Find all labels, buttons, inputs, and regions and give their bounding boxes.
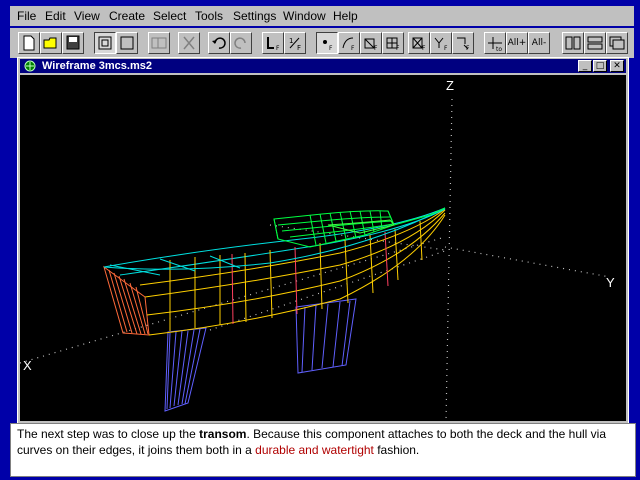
tile-vertical-button[interactable] <box>562 32 584 54</box>
cut-button[interactable] <box>178 32 200 54</box>
minimize-button[interactable]: _ <box>578 60 592 72</box>
grid-surface-button[interactable]: F <box>382 32 404 54</box>
menu-view[interactable]: View <box>74 10 100 23</box>
properties-icon <box>151 37 167 49</box>
wireframe-drawing: Z Y X <box>20 78 615 421</box>
hide-all-label: All- <box>531 38 547 48</box>
axis-z-label: Z <box>446 78 454 93</box>
close-button[interactable]: ✕ <box>610 60 624 72</box>
show-all-button[interactable]: All+ <box>506 32 528 54</box>
svg-text:F: F <box>351 45 355 52</box>
wireframe-icon <box>98 36 112 50</box>
menu-bar: File Edit View Create Select Tools Setti… <box>10 6 634 26</box>
blend-tool-button[interactable]: F <box>408 32 430 54</box>
cascade-button[interactable] <box>606 32 628 54</box>
line-tool-button[interactable]: F <box>262 32 284 54</box>
new-file-icon <box>23 35 35 51</box>
redo-icon <box>234 37 246 49</box>
redo-button[interactable] <box>230 32 252 54</box>
window-title-bar[interactable]: Wireframe 3mcs.ms2 _ □ ✕ <box>20 59 626 73</box>
menu-edit[interactable]: Edit <box>45 10 66 23</box>
svg-text:1: 1 <box>289 37 293 45</box>
save-button[interactable] <box>62 32 84 54</box>
curve-tool-icon: F <box>342 37 355 52</box>
keel-fins <box>164 298 357 412</box>
caption-text-1: The next step was to close up the <box>17 427 200 441</box>
cascade-icon <box>609 36 625 50</box>
menu-settings[interactable]: Settings <box>233 10 276 23</box>
caption-link[interactable]: durable and watertight <box>255 443 374 457</box>
wireframe-window: Wireframe 3mcs.ms2 _ □ ✕ Z Y X <box>17 57 629 424</box>
svg-text:F: F <box>396 45 400 52</box>
blend-tool-icon: F <box>412 37 426 52</box>
maximize-button[interactable]: □ <box>593 60 607 72</box>
hide-all-button[interactable]: All- <box>528 32 550 54</box>
menu-select[interactable]: Select <box>153 10 186 23</box>
minimize-icon: _ <box>582 61 588 71</box>
new-file-button[interactable] <box>18 32 40 54</box>
menu-tools[interactable]: Tools <box>195 10 223 23</box>
close-icon: ✕ <box>613 61 621 71</box>
snap-to-button[interactable]: to <box>484 32 506 54</box>
point-tool-button[interactable]: F <box>316 32 338 54</box>
menu-file[interactable]: File <box>17 10 36 23</box>
grid-surface-icon: F <box>386 37 400 52</box>
axes <box>20 98 611 421</box>
toolbar: F 1F F F F F F F F to All+ All- <box>10 28 634 58</box>
point-tool-icon: F <box>323 40 333 52</box>
svg-text:to: to <box>496 46 502 53</box>
menu-create[interactable]: Create <box>109 10 145 23</box>
properties-button[interactable] <box>148 32 170 54</box>
view-shaded-button[interactable] <box>116 32 138 54</box>
window-title: Wireframe 3mcs.ms2 <box>42 60 152 72</box>
maximize-icon: □ <box>595 61 605 71</box>
fraction-tool-button[interactable]: 1F <box>284 32 306 54</box>
show-all-label: All+ <box>507 38 527 48</box>
svg-text:F: F <box>422 45 426 52</box>
fillet-tool-button[interactable]: F <box>430 32 452 54</box>
caption-bold-term: transom <box>199 427 247 441</box>
snap-icon: to <box>488 37 502 53</box>
transom-wireframe <box>273 207 446 248</box>
menu-window[interactable]: Window <box>283 10 326 23</box>
fraction-tool-icon: 1F <box>289 37 301 52</box>
app-logo-icon <box>24 60 36 72</box>
axis-y-label: Y <box>606 275 615 290</box>
tutorial-caption: The next step was to close up the transo… <box>10 423 636 477</box>
square-icon <box>120 36 134 50</box>
tile-horizontal-button[interactable] <box>584 32 606 54</box>
trim-tool-icon: F <box>457 37 470 52</box>
tile-horizontal-icon <box>587 36 603 50</box>
svg-text:F: F <box>329 45 333 52</box>
curve-tool-button[interactable]: F <box>338 32 360 54</box>
svg-text:F: F <box>374 45 378 52</box>
scissors-icon <box>183 36 195 50</box>
trim-tool-button[interactable]: F <box>452 32 474 54</box>
tile-vertical-icon <box>565 36 581 50</box>
svg-text:F: F <box>297 44 301 52</box>
menu-help[interactable]: Help <box>333 10 358 23</box>
surface-tool-icon: F <box>364 38 378 52</box>
axis-x-label: X <box>23 358 32 373</box>
hull-wireframe <box>103 207 446 336</box>
svg-text:F: F <box>466 45 470 52</box>
surface-tool-button[interactable]: F <box>360 32 382 54</box>
undo-button[interactable] <box>208 32 230 54</box>
fillet-tool-icon: F <box>434 37 448 52</box>
open-folder-icon <box>43 37 57 49</box>
svg-text:F: F <box>444 45 448 52</box>
svg-text:F: F <box>276 45 280 52</box>
line-tool-icon: F <box>267 37 280 52</box>
view-wireframe-button[interactable] <box>94 32 116 54</box>
open-file-button[interactable] <box>40 32 62 54</box>
caption-text-3: fashion. <box>373 443 420 457</box>
3d-viewport[interactable]: Z Y X <box>20 75 626 421</box>
undo-icon <box>212 37 226 49</box>
floppy-disk-icon <box>66 35 80 50</box>
